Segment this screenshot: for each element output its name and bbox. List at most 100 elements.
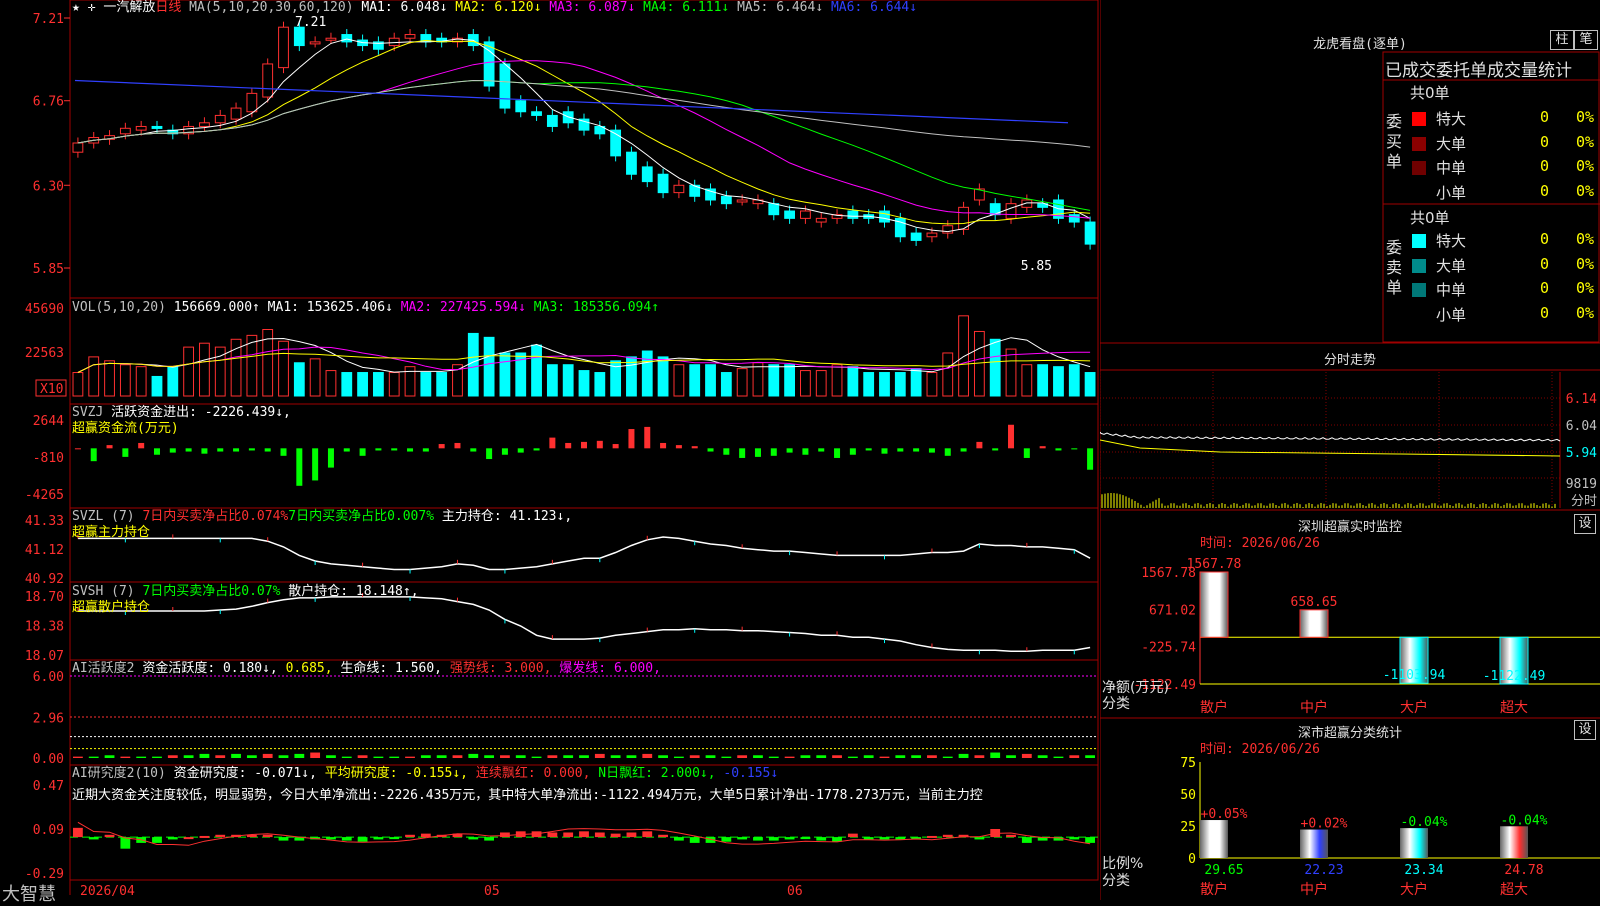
research-bar[interactable] <box>927 835 937 838</box>
fund-flow-bar[interactable] <box>138 442 145 449</box>
research-bar[interactable] <box>610 833 621 838</box>
fund-flow-bar[interactable] <box>153 448 160 455</box>
activity-bar[interactable] <box>326 755 336 758</box>
fund-flow-bar[interactable] <box>644 426 651 449</box>
candle[interactable] <box>214 114 226 124</box>
activity-bar[interactable] <box>594 753 605 758</box>
research-bar[interactable] <box>484 837 495 841</box>
volume-bar[interactable] <box>1037 364 1049 397</box>
volume-bar[interactable] <box>673 364 685 397</box>
volume-bar[interactable] <box>388 372 400 397</box>
fund-flow-bar[interactable] <box>992 448 999 451</box>
volume-bar[interactable] <box>293 362 305 397</box>
candle[interactable] <box>546 114 558 127</box>
research-bar[interactable] <box>183 837 194 840</box>
activity-bar[interactable] <box>673 756 684 758</box>
activity-bar[interactable] <box>88 756 99 758</box>
fund-flow-bar[interactable] <box>280 448 287 456</box>
mon-settings-button[interactable]: 设 <box>1574 514 1596 534</box>
research-bar[interactable] <box>768 837 779 841</box>
volume-bar[interactable] <box>863 372 875 397</box>
research-bar[interactable] <box>468 837 479 840</box>
activity-bar[interactable] <box>927 755 937 758</box>
volume-bar[interactable] <box>989 338 1001 397</box>
activity-bar[interactable] <box>1006 755 1016 758</box>
candle[interactable] <box>119 127 131 135</box>
candle[interactable] <box>641 166 653 183</box>
fund-flow-bar[interactable] <box>1023 448 1030 458</box>
activity-bar[interactable] <box>262 753 273 758</box>
volume-bar[interactable] <box>958 315 969 397</box>
research-bar[interactable] <box>689 837 700 843</box>
activity-bar[interactable] <box>278 755 289 758</box>
research-bar[interactable] <box>626 832 637 838</box>
candle[interactable] <box>800 210 811 219</box>
volume-bar[interactable] <box>372 372 384 397</box>
activity-bar[interactable] <box>705 755 716 758</box>
fund-flow-bar[interactable] <box>201 448 208 454</box>
volume-bar[interactable] <box>942 352 954 397</box>
monitor-bar[interactable] <box>1299 609 1329 638</box>
activity-bar[interactable] <box>246 755 257 758</box>
volume-bar[interactable] <box>72 372 84 397</box>
volume-bar[interactable] <box>831 364 843 397</box>
volume-bar[interactable] <box>309 358 321 397</box>
activity-bar[interactable] <box>183 755 194 758</box>
activity-bar[interactable] <box>610 755 621 758</box>
research-bar[interactable] <box>1069 837 1080 840</box>
research-bar[interactable] <box>563 832 574 838</box>
activity-bar[interactable] <box>1037 755 1048 758</box>
candle[interactable] <box>325 37 337 41</box>
fund-flow-bar[interactable] <box>470 448 477 452</box>
fund-flow-bar[interactable] <box>327 448 334 468</box>
candle[interactable] <box>499 63 511 109</box>
activity-bar[interactable] <box>405 756 415 758</box>
volume-bar[interactable] <box>546 364 558 397</box>
activity-bar[interactable] <box>879 756 890 758</box>
fund-flow-bar[interactable] <box>1087 448 1094 470</box>
fund-flow-bar[interactable] <box>944 448 951 456</box>
volume-bar[interactable] <box>578 370 590 397</box>
activity-bar[interactable] <box>1085 755 1095 758</box>
activity-bar[interactable] <box>199 753 210 758</box>
activity-bar[interactable] <box>689 755 700 758</box>
fund-flow-bar[interactable] <box>264 448 271 452</box>
research-bar[interactable] <box>1006 834 1016 838</box>
activity-bar[interactable] <box>436 755 447 758</box>
activity-bar[interactable] <box>547 755 558 758</box>
volume-bar[interactable] <box>167 366 179 397</box>
activity-bar[interactable] <box>120 756 131 758</box>
volume-bar[interactable] <box>752 362 764 397</box>
research-bar[interactable] <box>658 834 668 838</box>
candle[interactable] <box>1084 221 1096 245</box>
fund-flow-bar[interactable] <box>581 441 587 449</box>
volume-bar[interactable] <box>420 372 432 397</box>
fund-flow-bar[interactable] <box>1055 448 1062 451</box>
research-bar[interactable] <box>579 831 589 838</box>
volume-bar[interactable] <box>1021 364 1033 397</box>
activity-bar[interactable] <box>231 753 241 758</box>
candle[interactable] <box>720 195 732 205</box>
activity-bar[interactable] <box>768 756 779 758</box>
activity-bar[interactable] <box>484 755 495 758</box>
volume-bar[interactable] <box>499 352 511 397</box>
fund-flow-bar[interactable] <box>865 448 872 451</box>
fund-flow-bar[interactable] <box>375 448 382 451</box>
class-bar[interactable] <box>1500 826 1528 858</box>
candle[interactable] <box>341 34 353 43</box>
volume-bar[interactable] <box>119 364 131 397</box>
activity-bar[interactable] <box>626 755 637 758</box>
fund-flow-bar[interactable] <box>1071 448 1078 450</box>
candle[interactable] <box>768 203 780 216</box>
volume-bar[interactable] <box>483 336 495 397</box>
volume-bar[interactable] <box>657 356 669 397</box>
volume-bar[interactable] <box>768 364 780 397</box>
research-bar[interactable] <box>104 834 115 838</box>
activity-bar[interactable] <box>942 756 953 758</box>
activity-bar[interactable] <box>531 756 542 758</box>
fund-flow-bar[interactable] <box>849 448 856 455</box>
activity-bar[interactable] <box>104 755 115 758</box>
research-bar[interactable] <box>816 837 827 841</box>
research-bar[interactable] <box>942 834 953 838</box>
activity-bar[interactable] <box>911 755 922 758</box>
